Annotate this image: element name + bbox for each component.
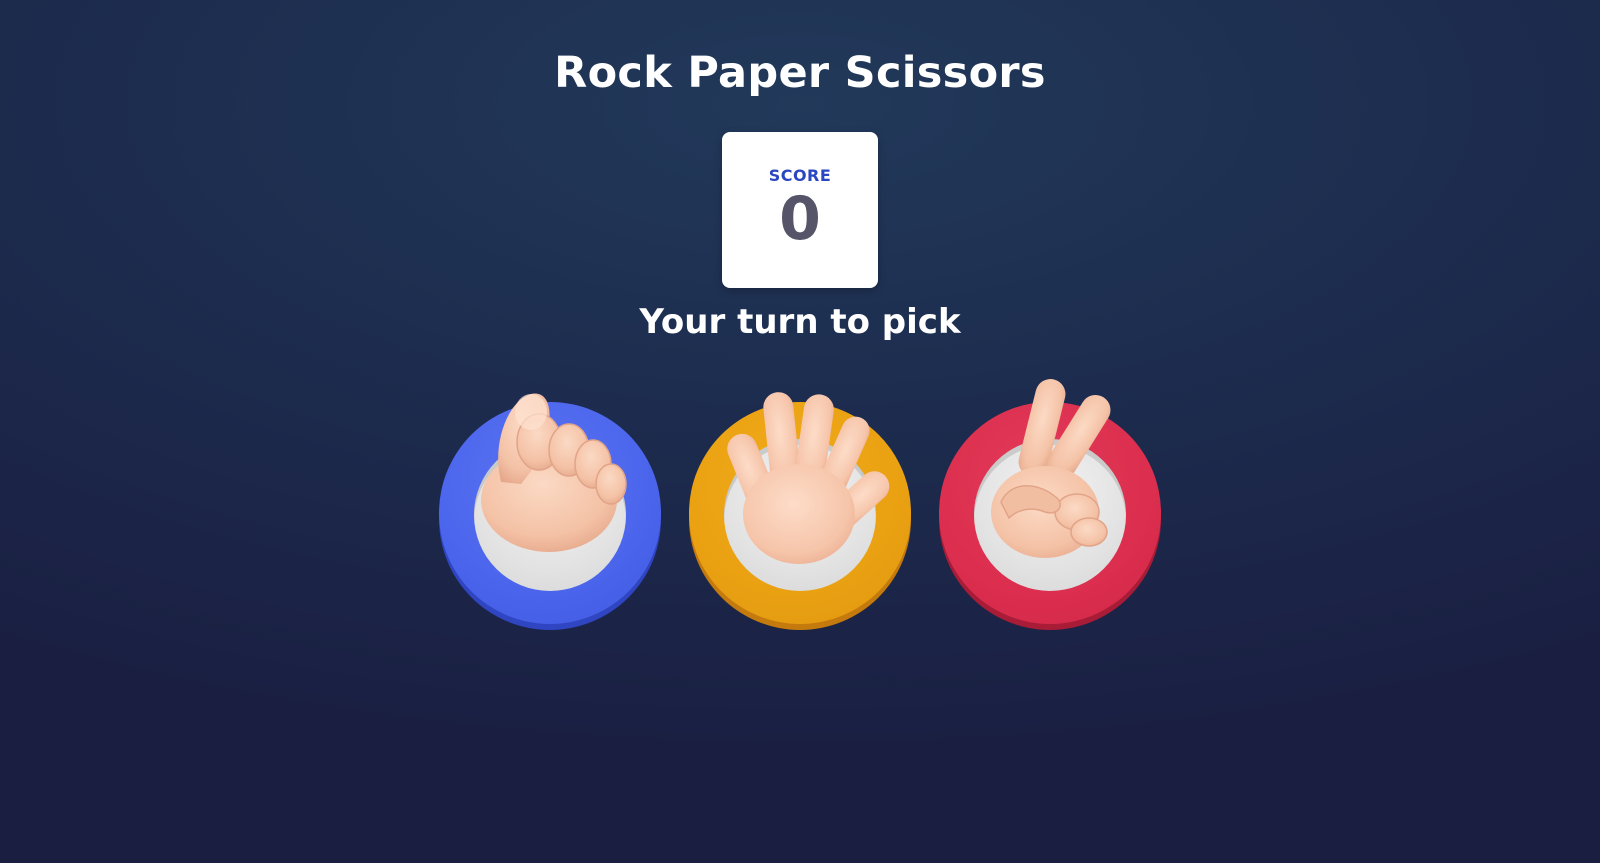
scissors-button[interactable] (939, 379, 1163, 630)
victory-hand-icon (991, 379, 1111, 558)
game-title: Rock Paper Scissors (554, 48, 1046, 98)
fist-hand-icon (481, 393, 627, 552)
rock-button[interactable] (439, 393, 663, 630)
score-card: SCORE 0 (722, 132, 878, 288)
score-value: 0 (779, 184, 821, 254)
score-label: SCORE (768, 166, 832, 185)
turn-prompt: Your turn to pick (639, 302, 961, 342)
open-hand-icon (727, 392, 890, 564)
paper-button[interactable] (689, 392, 913, 630)
